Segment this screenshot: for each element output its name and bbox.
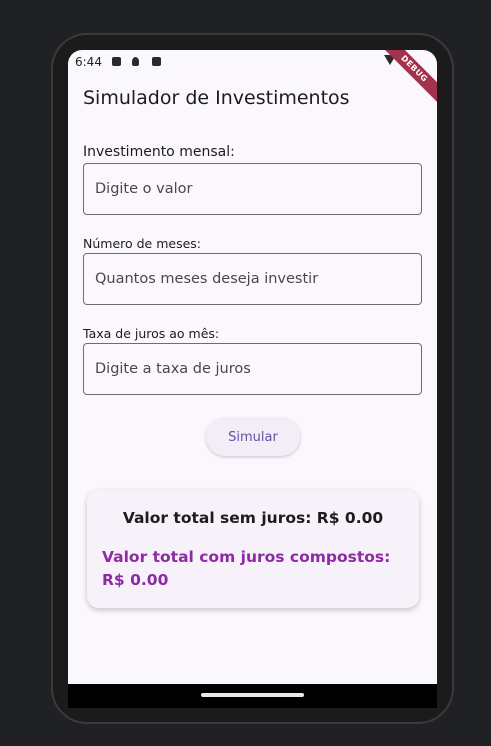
result-card: Valor total sem juros: R$ 0.00 Valor tot… <box>87 490 419 608</box>
play-protect-icon <box>112 57 121 66</box>
monthly-investment-input[interactable] <box>84 164 421 214</box>
home-indicator[interactable] <box>201 693 304 697</box>
interest-rate-field-box <box>83 343 422 395</box>
interest-rate-label: Taxa de juros ao mês: <box>83 326 220 341</box>
months-input[interactable] <box>84 254 421 304</box>
months-field-box <box>83 253 422 305</box>
total-without-interest: Valor total sem juros: R$ 0.00 <box>122 509 384 527</box>
monthly-investment-field-box <box>83 163 422 215</box>
months-label: Número de meses: <box>83 236 202 251</box>
status-bar: 6:44 <box>68 50 437 74</box>
interest-rate-input[interactable] <box>84 344 421 394</box>
page-title: Simulador de Investimentos <box>83 87 350 109</box>
total-with-compound-interest: Valor total com juros compostos: R$ 0.00 <box>102 548 391 589</box>
monthly-investment-label: Investimento mensal: <box>83 144 235 160</box>
navigation-bar <box>68 684 437 708</box>
android-icon <box>152 57 161 66</box>
status-time: 6:44 <box>75 55 102 69</box>
simulate-button[interactable]: Simular <box>206 418 300 456</box>
app-screen: 6:44 DEBUG Simulador de Investimentos In… <box>68 50 437 708</box>
notification-icon <box>132 57 139 66</box>
